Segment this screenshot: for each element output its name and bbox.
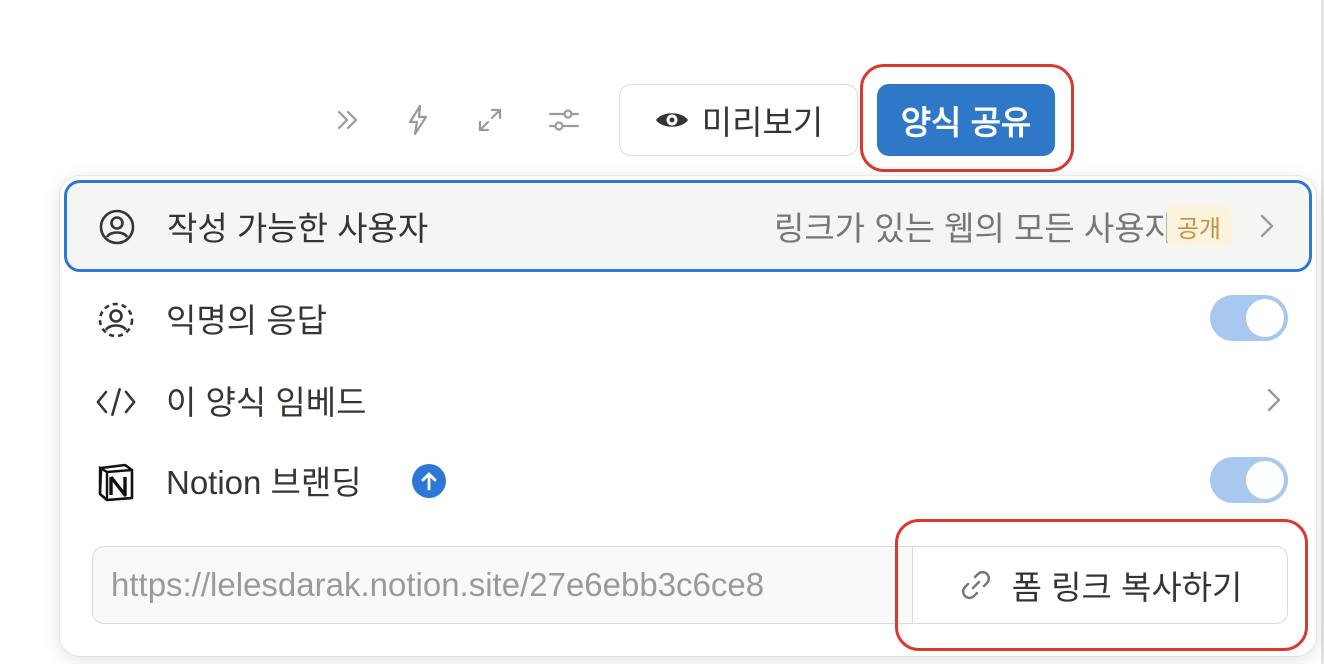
share-form-panel: 작성 가능한 사용자 링크가 있는 웹의 모든 사용자 공개 익명의 응답 이 … [60, 176, 1316, 656]
share-label: 양식 공유 [900, 104, 1032, 141]
access-value: 링크가 있는 웹의 모든 사용자 [774, 210, 1175, 247]
access-label: 작성 가능한 사용자 [167, 210, 429, 247]
preview-label: 미리보기 [701, 104, 824, 141]
preview-button[interactable]: 미리보기 [619, 84, 858, 156]
anonymous-user-icon [96, 300, 136, 340]
chevron-right-icon [1253, 212, 1281, 240]
notion-logo-icon [96, 462, 136, 502]
user-circle-icon [97, 207, 137, 247]
copy-form-link-button[interactable]: 폼 링크 복사하기 [912, 546, 1288, 624]
upgrade-arrow-icon[interactable] [412, 464, 446, 498]
access-setting-row[interactable]: 작성 가능한 사용자 링크가 있는 웹의 모든 사용자 공개 [64, 180, 1312, 272]
embed-form-row[interactable]: 이 양식 임베드 [60, 360, 1316, 440]
link-icon [961, 571, 990, 599]
anonymous-toggle[interactable] [1210, 295, 1288, 341]
lightning-icon[interactable] [400, 102, 436, 138]
toggle-knob [1246, 299, 1284, 337]
code-icon [96, 382, 136, 422]
share-form-button[interactable]: 양식 공유 [877, 84, 1055, 156]
chevron-right-icon [1260, 386, 1288, 414]
eye-icon [655, 113, 688, 127]
copy-link-label: 폼 링크 복사하기 [1011, 569, 1243, 606]
double-chevron-right-icon[interactable] [330, 102, 366, 138]
notion-branding-row: Notion 브랜딩 [60, 440, 1316, 520]
anonymous-label: 익명의 응답 [166, 302, 327, 339]
embed-label: 이 양식 임베드 [166, 384, 367, 421]
form-link-url: https://lelesdarak.notion.site/27e6ebb3c… [111, 566, 765, 603]
form-toolbar: 미리보기 양식 공유 [0, 64, 1324, 172]
public-badge: 공개 [1166, 206, 1231, 246]
toggle-knob [1246, 461, 1284, 499]
branding-toggle[interactable] [1210, 457, 1288, 503]
sliders-icon[interactable] [546, 102, 582, 138]
expand-icon[interactable] [472, 102, 508, 138]
form-link-field[interactable]: https://lelesdarak.notion.site/27e6ebb3c… [92, 546, 916, 624]
branding-label: Notion 브랜딩 [166, 464, 362, 501]
anonymous-responses-row: 익명의 응답 [60, 278, 1316, 358]
